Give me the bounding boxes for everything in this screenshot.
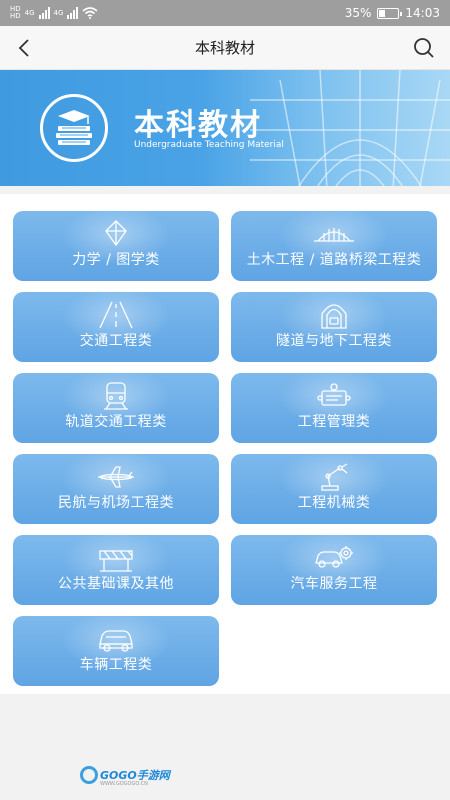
wifi-icon: [82, 7, 98, 19]
category-card[interactable]: 汽车服务工程: [231, 535, 437, 605]
network-type-2: 4G: [53, 8, 64, 17]
banner-title: 本科教材: [134, 108, 262, 143]
car-icon: [99, 630, 133, 652]
battery-icon: [377, 7, 403, 19]
category-label: 轨道交通工程类: [65, 414, 167, 430]
diamond-icon: [105, 220, 127, 247]
chevron-left-icon: [18, 39, 29, 57]
watermark-url: WWW.GOGOGO.CN: [100, 781, 148, 787]
building-arch-graphic: [250, 70, 450, 186]
category-card[interactable]: 民航与机场工程类: [13, 454, 219, 524]
status-bar: HD HD 4G 4G 35% 14:03: [0, 0, 450, 26]
management-icon: [317, 383, 351, 406]
category-label: 民航与机场工程类: [58, 495, 174, 511]
search-button[interactable]: [412, 36, 436, 60]
clock: 14:03: [405, 6, 440, 20]
page-title: 本科教材: [194, 39, 255, 57]
back-button[interactable]: [12, 36, 36, 60]
watermark-logo: GOGO手游网 WWW.GOGOGO.CN: [80, 766, 170, 787]
category-label: 交通工程类: [79, 333, 153, 349]
category-card[interactable]: 土木工程 / 道路桥梁工程类: [231, 211, 437, 281]
category-card[interactable]: 车辆工程类: [13, 616, 219, 686]
category-label: 汽车服务工程: [290, 576, 378, 592]
category-label: 隧道与地下工程类: [276, 333, 392, 349]
category-card[interactable]: 轨道交通工程类: [13, 373, 219, 443]
signal-icon: [38, 7, 50, 19]
category-card[interactable]: 隧道与地下工程类: [231, 292, 437, 362]
category-card[interactable]: 工程机械类: [231, 454, 437, 524]
network-type-1: 4G: [24, 8, 35, 17]
road-icon: [99, 301, 133, 329]
category-card[interactable]: 公共基础课及其他: [13, 535, 219, 605]
category-label: 工程管理类: [297, 414, 371, 430]
category-label: 土木工程 / 道路桥梁工程类: [246, 252, 422, 268]
category-label: 力学 / 图学类: [72, 252, 160, 268]
banner-subtitle: Undergraduate Teaching Material: [134, 140, 284, 150]
category-label: 公共基础课及其他: [58, 576, 174, 592]
category-card[interactable]: 交通工程类: [13, 292, 219, 362]
category-grid: 力学 / 图学类 土木工程 / 道路桥梁工程类 交通工程类 隧道与地下工程类 轨…: [0, 194, 450, 694]
tunnel-icon: [321, 304, 347, 329]
train-icon: [104, 382, 128, 410]
airplane-icon: [98, 466, 134, 488]
search-icon: [414, 38, 434, 58]
logo-ring-icon: [80, 766, 98, 784]
hd-indicator: HD HD: [10, 5, 21, 20]
category-label: 工程机械类: [297, 495, 371, 511]
robot-arm-icon: [321, 463, 348, 491]
category-label: 车辆工程类: [79, 657, 153, 673]
signal-icon-2: [67, 7, 79, 19]
nav-bar: 本科教材: [0, 26, 450, 70]
barrier-icon: [99, 550, 133, 572]
category-card[interactable]: 力学 / 图学类: [13, 211, 219, 281]
banner: 本科教材 Undergraduate Teaching Material: [0, 70, 450, 186]
car-gear-icon: [315, 546, 353, 568]
category-card[interactable]: 工程管理类: [231, 373, 437, 443]
battery-percent: 35%: [344, 6, 372, 20]
bridge-icon: [314, 228, 354, 242]
books-icon: [40, 94, 108, 162]
